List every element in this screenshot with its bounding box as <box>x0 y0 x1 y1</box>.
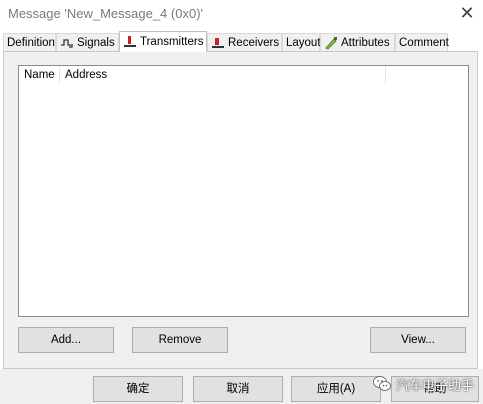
receiver-icon <box>211 36 225 50</box>
tab-label: Receivers <box>228 36 280 49</box>
tab-label: Definition <box>7 36 55 49</box>
watermark: 汽车电子助手 <box>372 372 474 396</box>
cancel-button[interactable]: 取消 <box>193 376 283 402</box>
apply-button[interactable]: 应用(A) <box>291 376 381 402</box>
column-header-address[interactable]: Address <box>60 66 386 84</box>
tab-definition[interactable]: Definition <box>3 33 56 51</box>
add-button[interactable]: Add... <box>18 327 114 353</box>
tab-label: Transmitters <box>140 36 204 48</box>
column-header-name[interactable]: Name <box>19 66 60 84</box>
close-icon[interactable]: ✕ <box>455 2 479 26</box>
signals-icon <box>60 36 74 50</box>
attributes-icon <box>324 36 338 50</box>
title-bar: Message 'New_Message_4 (0x0)' ✕ <box>0 0 483 28</box>
transmitters-panel: Name Address Add... Remove View... <box>3 51 478 369</box>
tab-label: Comment <box>399 36 449 49</box>
transmitter-icon <box>123 35 137 49</box>
ok-button[interactable]: 确定 <box>93 376 183 402</box>
tab-label: Attributes <box>341 36 390 49</box>
tab-signals[interactable]: Signals <box>56 33 119 51</box>
tab-label: Signals <box>77 36 115 49</box>
remove-button[interactable]: Remove <box>132 327 228 353</box>
transmitters-list[interactable]: Name Address <box>18 65 469 317</box>
tab-attributes[interactable]: Attributes <box>320 33 395 51</box>
wechat-icon <box>372 374 392 394</box>
tab-label: Layout <box>286 36 321 49</box>
tab-comment[interactable]: Comment <box>395 33 449 51</box>
tab-layout[interactable]: Layout <box>282 33 321 51</box>
tab-receivers[interactable]: Receivers <box>207 33 282 51</box>
view-button[interactable]: View... <box>370 327 466 353</box>
window-title: Message 'New_Message_4 (0x0)' <box>8 6 203 21</box>
watermark-text: 汽车电子助手 <box>396 377 475 393</box>
tab-transmitters[interactable]: Transmitters <box>119 31 207 52</box>
tab-strip: Definition Signals Transmitters Receiver… <box>3 31 479 52</box>
